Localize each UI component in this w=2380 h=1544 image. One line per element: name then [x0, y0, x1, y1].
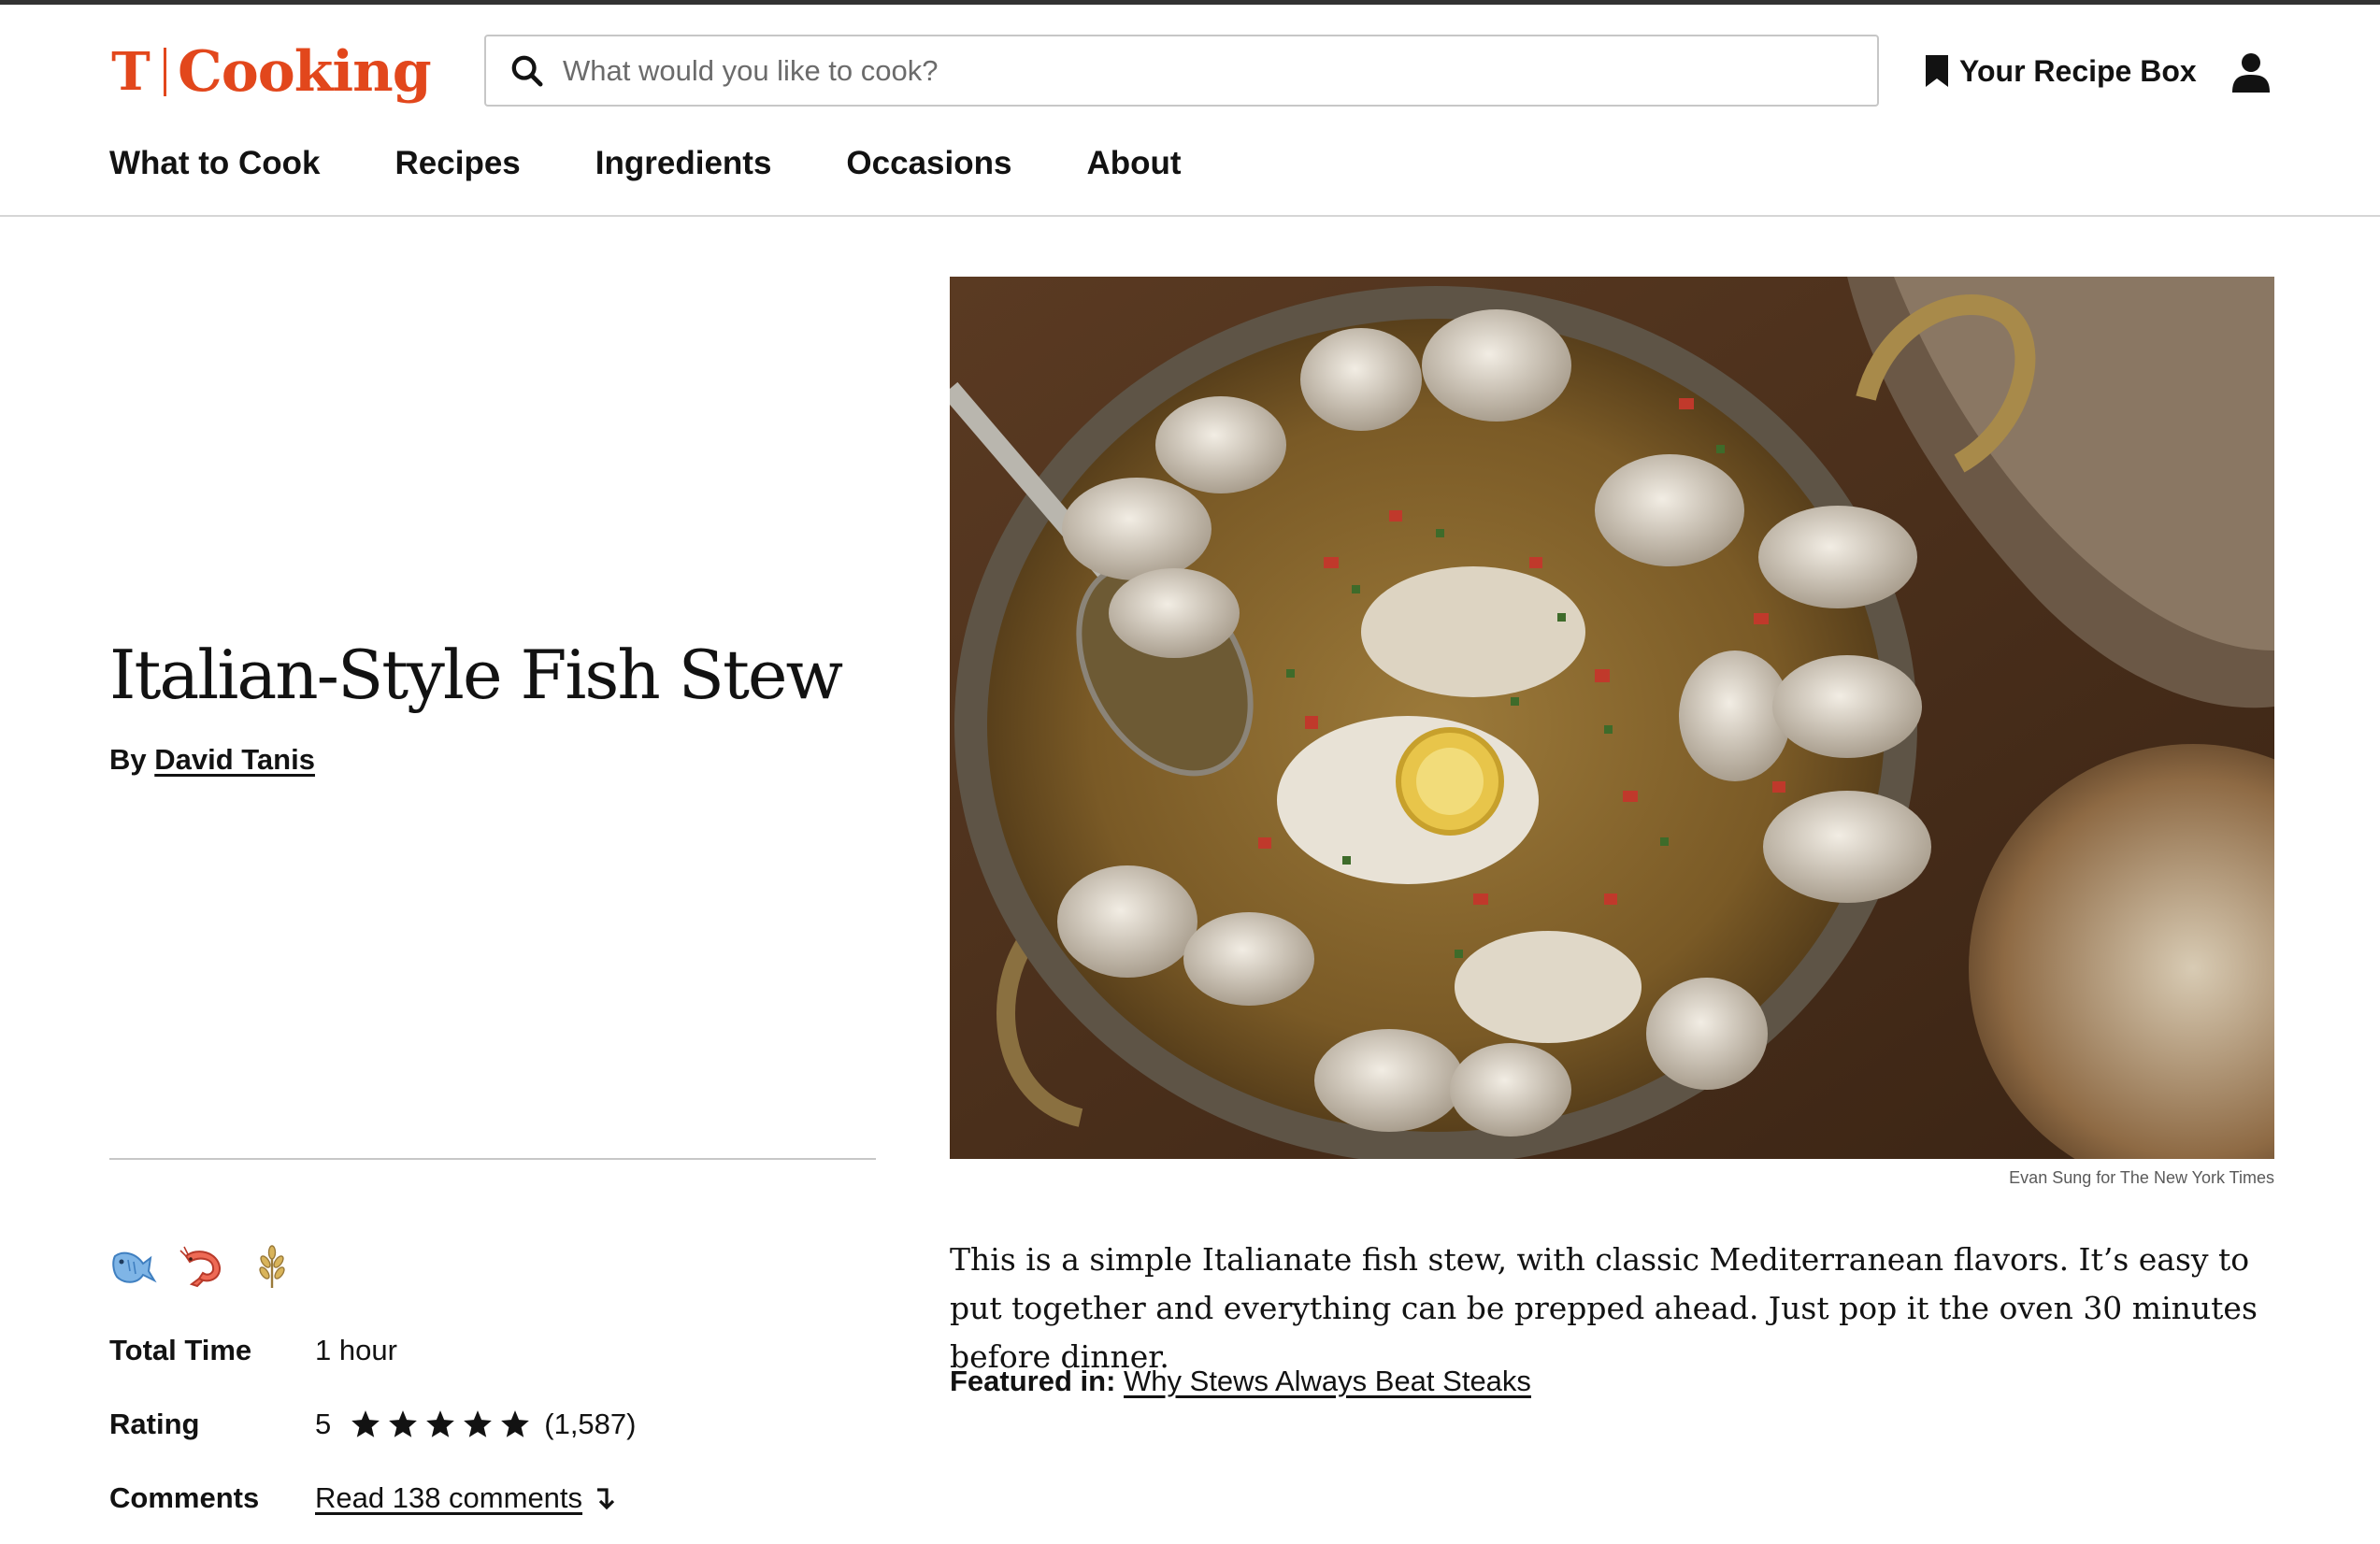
star-icon[interactable] — [387, 1408, 419, 1440]
fish-icon — [112, 1251, 157, 1283]
arrow-down-icon[interactable] — [595, 1486, 616, 1510]
rating-number: 5 — [315, 1407, 332, 1440]
total-time-label: Total Time — [109, 1333, 252, 1366]
rating-row: Rating 5 (1,587) — [109, 1387, 636, 1461]
star-icon[interactable] — [350, 1408, 381, 1440]
search-bar[interactable] — [484, 35, 1879, 107]
featured-in: Featured in: Why Stews Always Beat Steak… — [950, 1365, 1531, 1398]
section-divider — [109, 1158, 876, 1160]
search-icon — [511, 55, 543, 86]
author-link[interactable]: David Tanis — [154, 743, 315, 776]
comments-label: Comments — [109, 1480, 260, 1514]
site-header: T Cooking Your Recipe Box What to Cook R… — [0, 5, 2380, 217]
nav-recipes[interactable]: Recipes — [395, 145, 521, 182]
search-input[interactable] — [563, 42, 1877, 99]
nav-ingredients[interactable]: Ingredients — [595, 145, 772, 182]
nav-about[interactable]: About — [1086, 145, 1181, 182]
rating-count: (1,587) — [544, 1407, 637, 1440]
featured-link[interactable]: Why Stews Always Beat Steaks — [1124, 1365, 1531, 1397]
user-account-icon[interactable] — [2232, 51, 2270, 93]
rating-value-group: 5 (1,587) — [315, 1408, 636, 1441]
star-icon[interactable] — [499, 1408, 531, 1440]
shrimp-icon — [179, 1246, 222, 1288]
bookmark-icon — [1926, 55, 1948, 87]
rating-label: Rating — [109, 1407, 200, 1440]
photo-credit: Evan Sung for The New York Times — [2009, 1168, 2274, 1187]
comments-link-group: Read 138 comments — [315, 1481, 616, 1515]
rating-stars[interactable] — [350, 1408, 531, 1440]
star-icon[interactable] — [424, 1408, 456, 1440]
recipe-title: Italian-Style Fish Stew — [109, 636, 843, 714]
recipe-description: This is a simple Italianate fish stew, w… — [950, 1241, 2258, 1375]
nav-occasions[interactable]: Occasions — [846, 145, 1011, 182]
logo-wordmark: Cooking — [178, 39, 432, 105]
recipe-hero-image — [950, 277, 2274, 1159]
recipe-meta: Total Time 1 hour Rating 5 (1,587) Comme… — [109, 1313, 636, 1535]
byline: By David Tanis — [109, 743, 315, 777]
total-time-value: 1 hour — [315, 1333, 397, 1366]
main-nav: What to Cook Recipes Ingredients Occasio… — [109, 145, 1182, 182]
recipe-box-link[interactable]: Your Recipe Box — [1926, 49, 2197, 93]
nyt-t-logo-icon: T — [111, 41, 151, 103]
nav-what-to-cook[interactable]: What to Cook — [109, 145, 321, 182]
featured-label: Featured in: — [950, 1365, 1116, 1397]
star-icon[interactable] — [462, 1408, 494, 1440]
comments-row: Comments Read 138 comments — [109, 1461, 636, 1535]
logo-divider — [164, 48, 166, 96]
recipe-box-label: Your Recipe Box — [1959, 53, 2197, 88]
nyt-cooking-logo[interactable]: T Cooking — [109, 35, 432, 109]
comments-link[interactable]: Read 138 comments — [315, 1481, 582, 1515]
wheat-icon — [259, 1245, 285, 1288]
byline-prefix: By — [109, 743, 147, 776]
total-time-row: Total Time 1 hour — [109, 1313, 636, 1387]
dietary-tags — [109, 1243, 296, 1290]
